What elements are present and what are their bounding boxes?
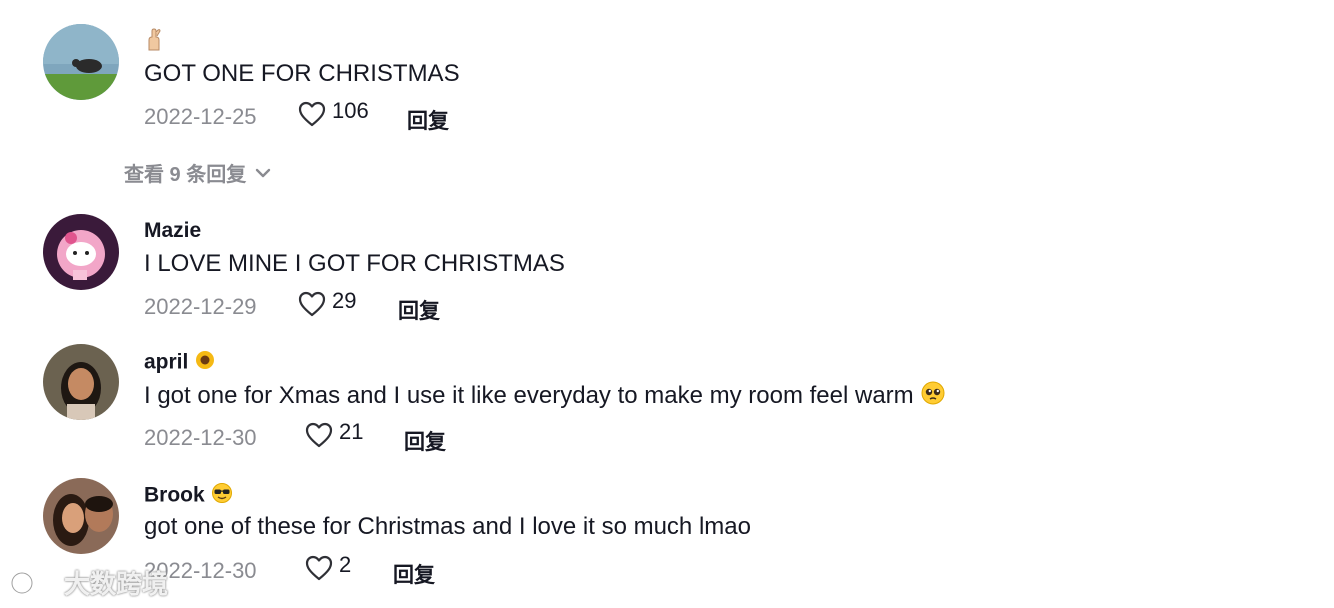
like-button[interactable]: 106 <box>298 98 369 127</box>
comment-username-row: Brook <box>144 482 233 510</box>
pleading-face-emoji <box>920 380 946 413</box>
heart-outline-icon <box>298 101 326 127</box>
view-replies-button[interactable]: 查看 9 条回复 <box>124 158 272 187</box>
comment-username[interactable]: april <box>144 351 188 374</box>
comment-username-row: april <box>144 349 216 377</box>
comment-username[interactable]: Brook <box>144 484 205 507</box>
like-count: 106 <box>332 98 369 123</box>
like-button[interactable]: 2 <box>305 552 352 581</box>
comment-date: 2022-12-30 <box>144 425 257 450</box>
view-replies-label: 查看 9 条回复 <box>124 164 247 186</box>
comment-date: 2022-12-25 <box>144 104 257 129</box>
like-button[interactable]: 21 <box>305 419 364 448</box>
comment-text: got one of these for Christmas and I lov… <box>144 513 751 540</box>
crossed-fingers-emoji <box>144 28 164 58</box>
comment-username[interactable]: Mazie <box>144 219 201 243</box>
reply-button[interactable]: 回复 <box>407 105 449 135</box>
username-emoji <box>144 28 164 58</box>
heart-outline-icon <box>298 291 326 317</box>
like-count: 21 <box>339 419 364 444</box>
heart-outline-icon <box>305 555 333 581</box>
like-button[interactable]: 29 <box>298 288 357 317</box>
avatar[interactable] <box>43 478 119 554</box>
avatar[interactable] <box>43 214 119 290</box>
chevron-down-icon <box>256 168 271 177</box>
like-count: 29 <box>332 288 357 313</box>
sunglasses-face-emoji <box>211 482 233 510</box>
comment-text: GOT ONE FOR CHRISTMAS <box>144 60 460 87</box>
watermark-logo-icon <box>10 570 60 595</box>
comment-text-row: I got one for Xmas and I use it like eve… <box>144 380 946 413</box>
comment-date: 2022-12-29 <box>144 294 257 319</box>
like-count: 2 <box>339 552 352 577</box>
reply-button[interactable]: 回复 <box>398 295 440 325</box>
watermark-text: 大数跨境 <box>64 569 169 599</box>
comment-text: I got one for Xmas and I use it like eve… <box>144 381 914 409</box>
heart-outline-icon <box>305 422 333 448</box>
avatar[interactable] <box>43 344 119 420</box>
avatar[interactable] <box>43 24 119 100</box>
reply-button[interactable]: 回复 <box>404 426 446 456</box>
watermark: 大数跨境 <box>10 564 168 601</box>
sunflower-emoji <box>194 349 216 377</box>
reply-button[interactable]: 回复 <box>393 559 435 589</box>
comment-text: I LOVE MINE I GOT FOR CHRISTMAS <box>144 250 565 277</box>
